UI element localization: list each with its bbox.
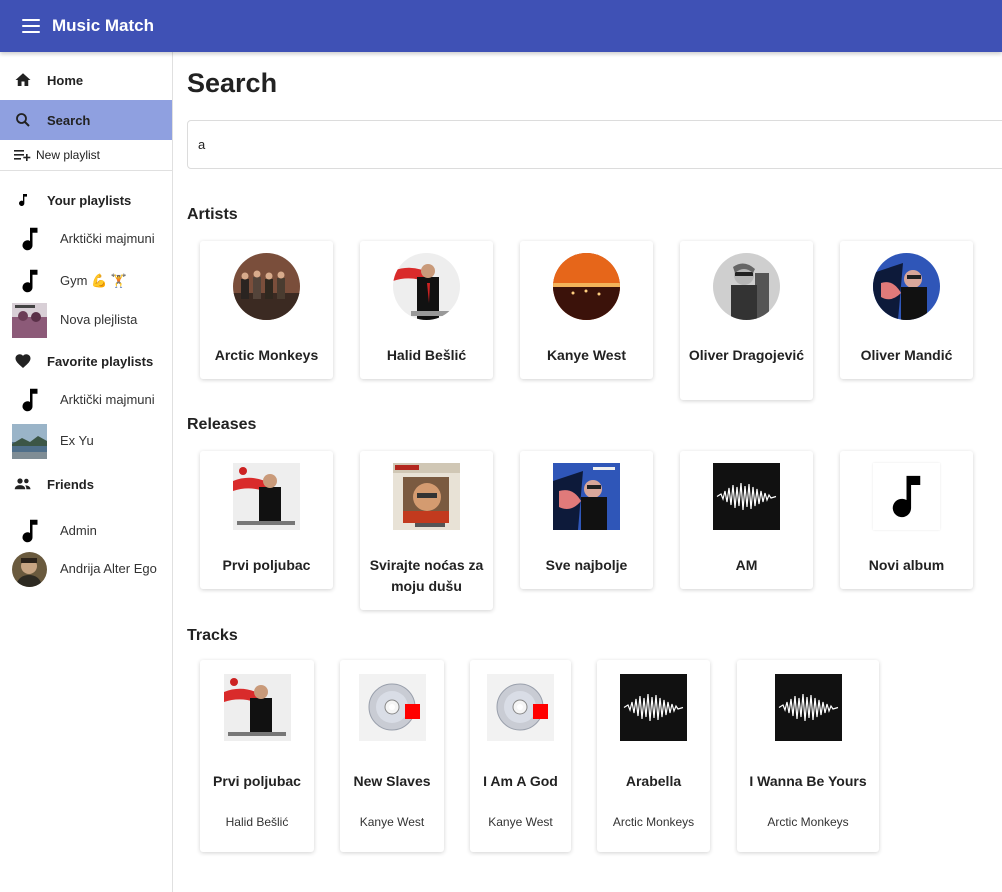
search-icon <box>14 111 32 129</box>
track-name: Arabella <box>625 773 682 789</box>
artist-card[interactable]: Oliver Mandić <box>840 241 973 379</box>
release-name: Prvi poljubac <box>222 557 311 573</box>
playlist-label: Gym 💪 🏋 <box>60 273 128 288</box>
app-bar: Music Match <box>0 0 1002 52</box>
playlist-label: Arktički majmuni <box>60 231 155 246</box>
track-artist: Halid Bešlić <box>225 815 289 829</box>
artist-name: Oliver Mandić <box>860 347 953 363</box>
music-note-icon <box>12 382 47 418</box>
friend-item[interactable]: Andrija Alter Ego <box>0 551 172 587</box>
track-artist: Arctic Monkeys <box>612 815 695 829</box>
avatar <box>12 551 47 587</box>
playlist-item[interactable]: Arktički majmuni <box>0 221 172 257</box>
landscape-image <box>12 423 47 459</box>
track-cover-image <box>487 674 554 741</box>
track-card[interactable]: New Slaves Kanye West <box>340 660 444 852</box>
nav-search[interactable]: Search <box>0 100 172 140</box>
sidebar: Home Search New playlist Your playlists … <box>0 52 173 892</box>
artist-card[interactable]: Halid Bešlić <box>360 241 493 379</box>
artist-image <box>233 253 300 320</box>
track-card[interactable]: I Wanna Be Yours Arctic Monkeys <box>737 660 879 852</box>
artist-card[interactable]: Arctic Monkeys <box>200 241 333 379</box>
artist-image <box>553 253 620 320</box>
favorite-playlist-item[interactable]: Ex Yu <box>0 423 172 459</box>
release-cover-image <box>233 463 300 530</box>
people-icon <box>14 475 32 493</box>
your-playlists-header: Your playlists <box>0 181 172 219</box>
release-name: AM <box>735 557 758 573</box>
favorite-playlists-title: Favorite playlists <box>47 353 154 369</box>
release-cover-image <box>553 463 620 530</box>
artists-section-title: Artists <box>187 206 238 223</box>
release-card[interactable]: AM <box>680 451 813 589</box>
new-playlist-button[interactable]: New playlist <box>0 140 172 171</box>
track-name: I Am A God <box>483 773 558 789</box>
track-cover-image <box>775 674 842 741</box>
nav-home[interactable]: Home <box>0 60 172 100</box>
track-card[interactable]: Arabella Arctic Monkeys <box>597 660 710 852</box>
artist-name: Halid Bešlić <box>386 347 467 363</box>
release-cover-image <box>713 463 780 530</box>
artist-image <box>873 253 940 320</box>
friend-label: Admin <box>60 523 97 538</box>
tracks-section-title: Tracks <box>187 627 238 644</box>
music-note-icon <box>12 221 47 257</box>
search-input[interactable] <box>187 120 1002 169</box>
artist-name: Kanye West <box>546 347 627 363</box>
main-content: Search Artists Arctic Monkeys Halid Bešl… <box>174 52 1002 892</box>
heart-icon <box>14 352 32 370</box>
playlist-item[interactable]: Nova plejlista <box>0 302 172 338</box>
release-name: Sve najbolje <box>545 557 628 573</box>
menu-icon[interactable] <box>22 19 40 33</box>
track-name: New Slaves <box>353 773 431 789</box>
artist-image <box>393 253 460 320</box>
app-title: Music Match <box>52 16 155 35</box>
release-card[interactable]: Svirajte noćas za moju dušu <box>360 451 493 610</box>
artist-name: Arctic Monkeys <box>214 347 319 363</box>
new-playlist-label: New playlist <box>36 148 101 162</box>
track-name: Prvi poljubac <box>213 773 301 789</box>
track-artist: Kanye West <box>359 815 425 829</box>
music-note-icon <box>12 263 47 299</box>
friend-label: Andrija Alter Ego <box>60 561 157 576</box>
release-card[interactable]: Novi album <box>840 451 973 589</box>
artist-name: Oliver Dragojević <box>688 347 805 363</box>
track-artist: Kanye West <box>488 815 553 829</box>
playlist-label: Arktički majmuni <box>60 392 155 407</box>
nav-home-label: Home <box>47 72 84 88</box>
track-card[interactable]: I Am A God Kanye West <box>470 660 571 852</box>
page-title: Search <box>187 68 278 98</box>
track-artist: Arctic Monkeys <box>767 815 849 829</box>
friends-title: Friends <box>47 476 94 492</box>
nav-search-label: Search <box>47 112 91 128</box>
favorite-playlists-header: Favorite playlists <box>0 342 172 380</box>
release-card[interactable]: Sve najbolje <box>520 451 653 589</box>
artist-image <box>713 253 780 320</box>
playlist-label: Ex Yu <box>60 433 94 448</box>
artist-card[interactable]: Kanye West <box>520 241 653 379</box>
release-name: Svirajte noćas za moju dušu <box>369 557 484 594</box>
track-card[interactable]: Prvi poljubac Halid Bešlić <box>200 660 314 852</box>
album-cover-image <box>12 302 47 338</box>
track-cover-image <box>223 674 291 741</box>
playlist-add-icon <box>14 148 32 162</box>
music-note-icon <box>12 513 47 549</box>
home-icon <box>14 71 32 89</box>
playlist-label: Nova plejlista <box>60 312 138 327</box>
music-note-icon <box>14 191 32 209</box>
release-cover-image <box>393 463 460 530</box>
favorite-playlist-item[interactable]: Arktički majmuni <box>0 382 172 418</box>
release-card[interactable]: Prvi poljubac <box>200 451 333 589</box>
releases-section-title: Releases <box>187 416 257 433</box>
friends-header: Friends <box>0 465 172 503</box>
friend-item[interactable]: Admin <box>0 513 172 549</box>
track-cover-image <box>359 674 426 741</box>
release-name: Novi album <box>868 557 945 573</box>
playlist-item[interactable]: Gym 💪 🏋 <box>0 263 172 299</box>
artist-card[interactable]: Oliver Dragojević <box>680 241 813 400</box>
track-name: I Wanna Be Yours <box>749 773 867 789</box>
music-note-icon <box>873 463 940 530</box>
track-cover-image <box>620 674 687 741</box>
your-playlists-title: Your playlists <box>47 192 132 208</box>
